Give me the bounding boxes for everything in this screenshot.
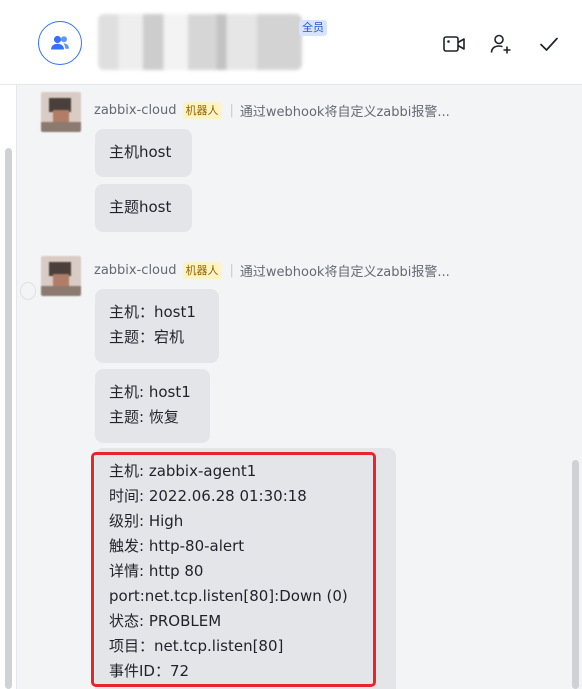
- bot-badge: 机器人: [182, 262, 222, 279]
- message-line: 主题: 恢复: [109, 408, 179, 426]
- chat-title-blurred: [98, 14, 302, 70]
- sender-avatar[interactable]: [41, 256, 81, 296]
- group-avatar[interactable]: [38, 21, 82, 65]
- message-line: 主题：宕机: [109, 328, 185, 346]
- message-bubble[interactable]: 主机: host1 主题: 恢复: [95, 369, 210, 443]
- message-bubble[interactable]: 主题host: [95, 184, 192, 232]
- message-line: 主机: host1: [109, 383, 191, 401]
- add-member-icon[interactable]: [489, 32, 513, 56]
- video-icon[interactable]: [442, 32, 466, 56]
- chat-scrollbar[interactable]: [572, 460, 579, 689]
- group-icon: [51, 35, 69, 50]
- message-line: 主机host: [109, 143, 172, 161]
- message-line: 主机：host1: [109, 303, 196, 321]
- message-bubble[interactable]: 主机：host1 主题：宕机: [95, 289, 219, 363]
- sender-avatar[interactable]: [41, 92, 81, 132]
- message-header: zabbix-cloud 机器人 | 通过webhook将自定义zabbi报警.…: [94, 101, 450, 120]
- sender-name[interactable]: zabbix-cloud: [94, 263, 177, 278]
- message-line: 主题host: [109, 198, 172, 216]
- message-source: 通过webhook将自定义zabbi报警...: [239, 105, 450, 120]
- message-header: zabbix-cloud 机器人 | 通过webhook将自定义zabbi报警.…: [94, 261, 450, 280]
- divider: |: [229, 103, 234, 118]
- message-bubble[interactable]: 主机host: [95, 129, 192, 177]
- sender-name[interactable]: zabbix-cloud: [94, 103, 177, 118]
- bot-badge: 机器人: [182, 102, 222, 119]
- chat-header: 全员: [0, 0, 582, 85]
- divider: |: [229, 263, 234, 278]
- check-icon[interactable]: [537, 32, 561, 56]
- left-scrollbar[interactable]: [5, 148, 12, 689]
- red-highlight-box: [91, 452, 376, 687]
- message-source: 通过webhook将自定义zabbi报警...: [239, 265, 450, 280]
- all-members-badge: 全员: [299, 20, 327, 36]
- reply-indicator: [20, 282, 36, 300]
